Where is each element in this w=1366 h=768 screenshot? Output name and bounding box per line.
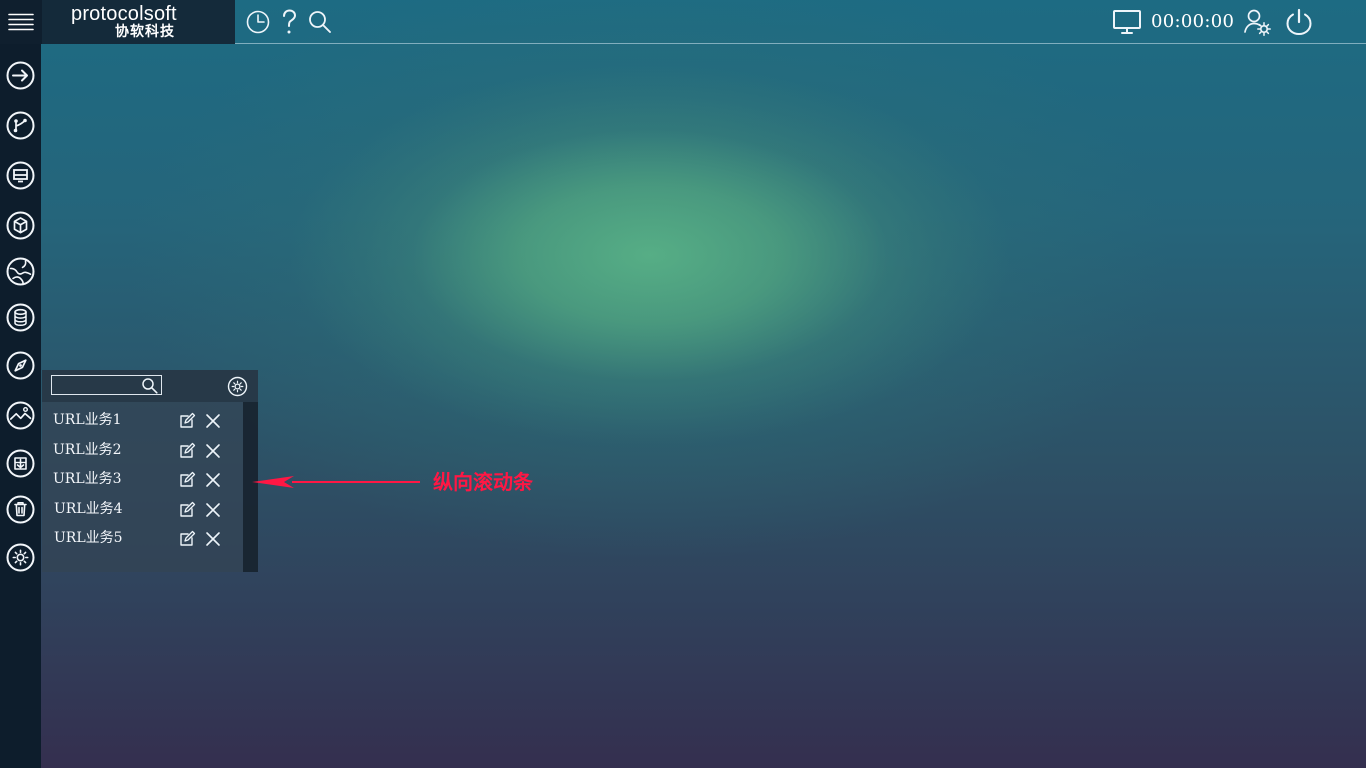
database-icon <box>6 303 35 332</box>
download-box-icon <box>6 449 35 478</box>
help-button[interactable] <box>274 7 304 37</box>
url-service-panel: URL业务1 URL业务2 URL业务3 URL业务4 URL业务5 <box>42 370 258 572</box>
chart-icon <box>6 401 35 430</box>
menu-icon <box>8 13 34 31</box>
search-button[interactable] <box>305 7 335 37</box>
history-button[interactable] <box>243 7 273 37</box>
cube-icon <box>6 211 35 240</box>
scrollbar-annotation: 纵向滚动条 <box>433 470 533 494</box>
panel-search-input[interactable] <box>53 377 138 393</box>
help-icon <box>283 9 297 34</box>
close-icon[interactable] <box>205 501 221 519</box>
list-item[interactable]: URL业务5 <box>42 526 242 552</box>
annotation-arrow-icon <box>252 476 420 488</box>
clock-icon <box>246 10 270 34</box>
panel-search <box>51 375 162 395</box>
branch-icon <box>6 111 35 140</box>
close-icon[interactable] <box>205 471 221 489</box>
screen-button[interactable] <box>1112 7 1142 37</box>
list-item-label: URL业务4 <box>54 501 123 517</box>
sidebar-item-analytics[interactable] <box>5 400 36 431</box>
url-service-list: URL业务1 URL业务2 URL业务3 URL业务4 URL业务5 <box>42 402 242 572</box>
sidebar-item-database[interactable] <box>5 302 36 333</box>
power-icon <box>1286 8 1312 36</box>
arrow-right-icon <box>6 61 35 90</box>
edit-icon[interactable] <box>178 501 196 519</box>
menu-button[interactable] <box>0 0 42 44</box>
brand-subtitle: 协软科技 <box>115 24 175 40</box>
close-icon[interactable] <box>205 442 221 460</box>
monitor-icon <box>1113 10 1141 34</box>
monitor-icon <box>6 161 35 190</box>
brand-logo: protocolsoft 协软科技 <box>42 0 235 44</box>
list-item[interactable]: URL业务2 <box>42 438 242 464</box>
sidebar-item-global[interactable] <box>5 256 36 287</box>
sidebar-item-topology[interactable] <box>5 110 36 141</box>
sidebar-item-monitor[interactable] <box>5 160 36 191</box>
list-item[interactable]: URL业务1 <box>42 408 242 434</box>
close-icon[interactable] <box>205 530 221 548</box>
list-item[interactable]: URL业务3 <box>42 467 242 493</box>
list-item-label: URL业务2 <box>53 442 122 458</box>
sidebar-item-delete[interactable] <box>5 494 36 525</box>
search-icon <box>309 11 331 33</box>
close-icon[interactable] <box>205 412 221 430</box>
user-settings-icon <box>1244 9 1271 36</box>
edit-icon[interactable] <box>178 412 196 430</box>
edit-icon[interactable] <box>178 530 196 548</box>
power-button[interactable] <box>1284 7 1314 37</box>
sidebar-item-download[interactable] <box>5 448 36 479</box>
edit-icon[interactable] <box>178 471 196 489</box>
list-item-label: URL业务5 <box>54 530 123 546</box>
brand-name: protocolsoft <box>71 3 177 25</box>
list-item-label: URL业务1 <box>53 412 122 428</box>
sidebar-item-settings[interactable] <box>5 542 36 573</box>
list-item[interactable]: URL业务4 <box>42 497 242 523</box>
globe-icon <box>6 257 35 286</box>
sidebar-item-package[interactable] <box>5 210 36 241</box>
session-timer: 00:00:00 <box>1151 11 1235 32</box>
list-item-label: URL业务3 <box>53 471 122 487</box>
search-icon[interactable] <box>141 377 159 395</box>
edit-icon[interactable] <box>178 442 196 460</box>
user-settings-button[interactable] <box>1242 7 1272 37</box>
trash-icon <box>6 495 35 524</box>
sidebar-item-navigate[interactable] <box>5 60 36 91</box>
top-bar: protocolsoft 协软科技 00:00:00 <box>0 0 1366 44</box>
panel-settings-icon[interactable] <box>227 376 248 397</box>
gear-icon <box>6 543 35 572</box>
panel-header <box>42 370 258 402</box>
sidebar-item-explore[interactable] <box>5 350 36 381</box>
sidebar <box>0 44 41 768</box>
compass-icon <box>6 351 35 380</box>
